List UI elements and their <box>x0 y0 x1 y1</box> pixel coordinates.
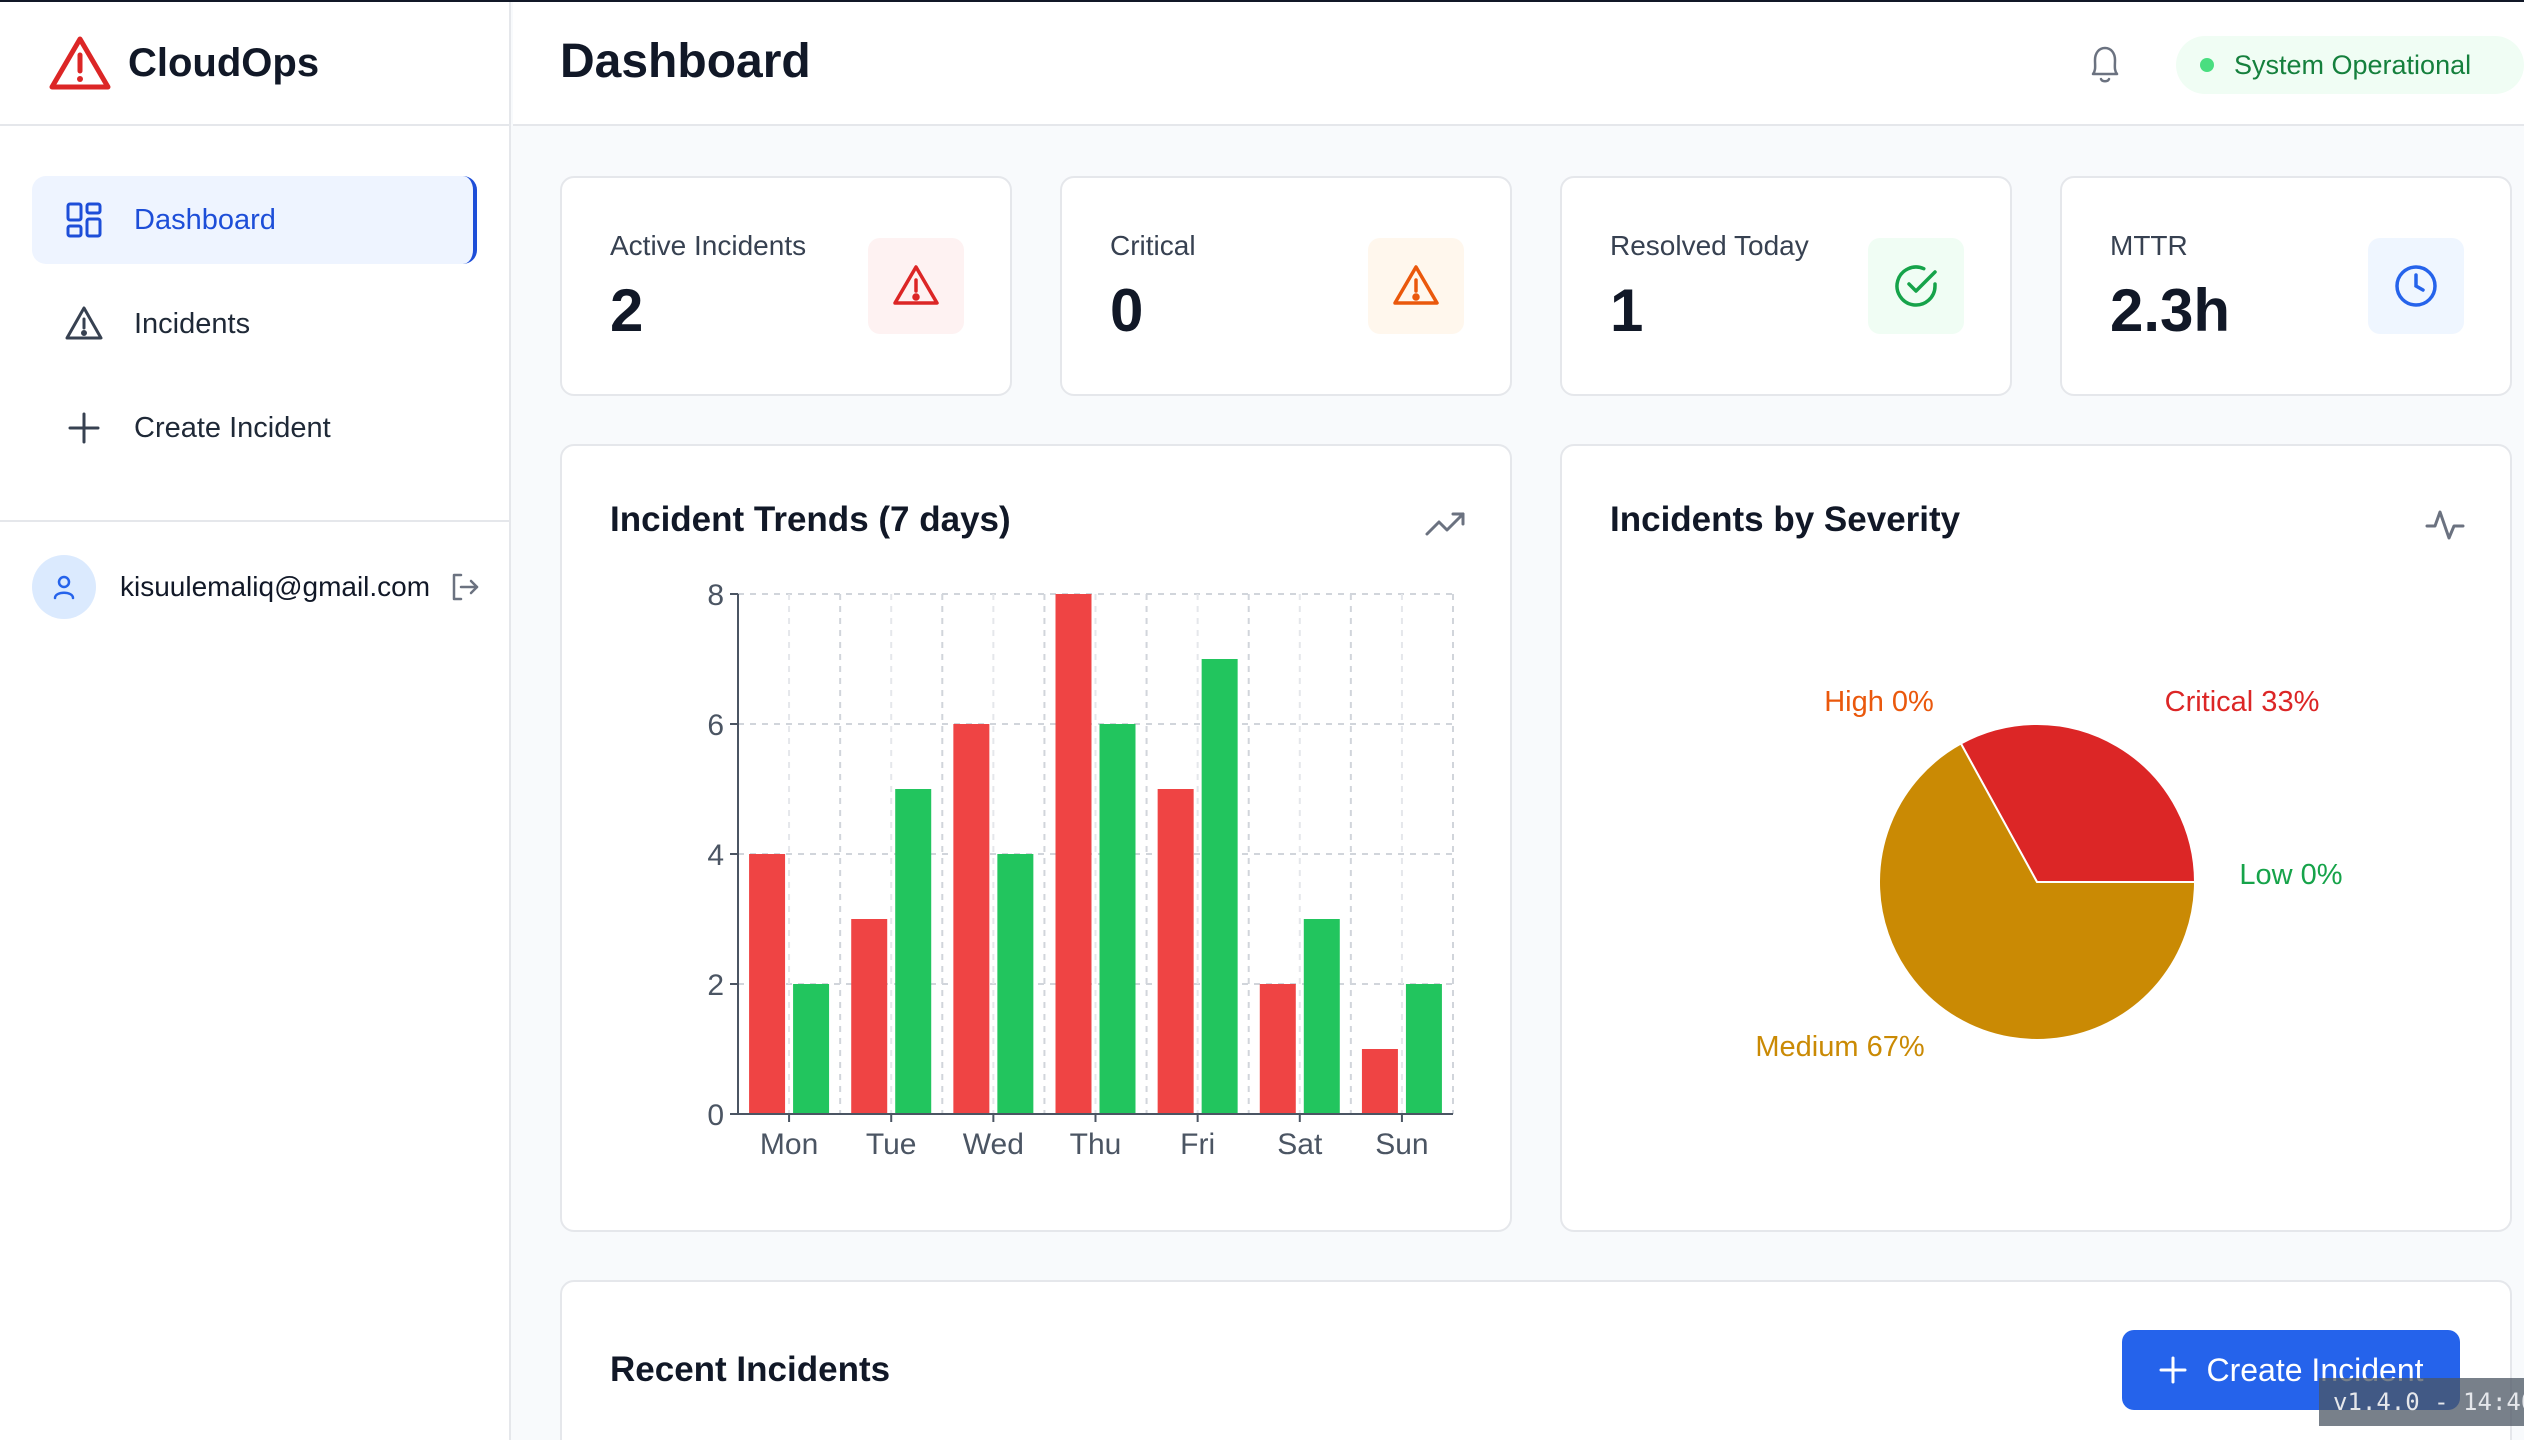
page-title: Dashboard <box>560 35 811 88</box>
pie-chart: Critical 33% High 0% Medium 67% Low 0% <box>1755 686 2342 1063</box>
stat-label: MTTR <box>2110 230 2188 261</box>
bar <box>1405 984 1442 1114</box>
recent-incidents-panel: Recent Incidents Create Incident <box>560 1280 2512 1440</box>
alert-triangle-icon <box>1393 265 1439 305</box>
stat-value: 1 <box>1610 277 1644 344</box>
alert-triangle-icon <box>893 265 939 305</box>
y-tick-label: 0 <box>707 1099 724 1132</box>
bar <box>1361 1049 1398 1114</box>
bar <box>793 984 830 1114</box>
grid-icon <box>66 202 102 238</box>
x-tick-label: Mon <box>760 1128 818 1161</box>
sidebar-item-label: Dashboard <box>134 203 276 236</box>
sidebar-item-label: Incidents <box>134 307 251 340</box>
alert-triangle-icon <box>49 36 111 90</box>
x-tick-label: Wed <box>963 1128 1024 1161</box>
pie-label: Critical 33% <box>2165 686 2320 718</box>
bar <box>953 724 990 1114</box>
sidebar-nav: Dashboard Incidents Create Incident <box>0 126 509 522</box>
brand: CloudOps <box>0 2 509 126</box>
stat-card-critical: Critical 0 <box>1060 176 1512 396</box>
pie-label: Medium 67% <box>1755 1031 1924 1063</box>
brand-name: CloudOps <box>128 40 320 85</box>
status-badge: System Operational <box>2176 36 2524 94</box>
x-tick-label: Tue <box>866 1128 917 1161</box>
sidebar-item-create-incident[interactable]: Create Incident <box>32 384 477 472</box>
status-dot <box>2200 58 2214 72</box>
stat-card-resolved-today: Resolved Today 1 <box>1560 176 2012 396</box>
y-tick-label: 4 <box>707 839 724 872</box>
status-text: System Operational <box>2234 49 2472 80</box>
y-tick-label: 8 <box>707 579 724 612</box>
sidebar-item-incidents[interactable]: Incidents <box>32 280 477 368</box>
sidebar-item-dashboard[interactable]: Dashboard <box>32 176 477 264</box>
stat-icon-box <box>1368 238 1464 334</box>
y-tick-label: 6 <box>707 709 724 742</box>
bar <box>1157 789 1194 1114</box>
bar <box>851 919 888 1114</box>
bar <box>749 854 786 1114</box>
user-icon <box>53 575 75 600</box>
pie-label: Low 0% <box>2239 859 2342 891</box>
stat-card-mttr: MTTR 2.3h <box>2060 176 2512 396</box>
user-panel: kisuulemaliq@gmail.com <box>0 522 509 652</box>
clock-icon <box>2395 265 2437 307</box>
bar <box>895 789 932 1114</box>
alert-triangle-icon <box>65 306 103 340</box>
bar <box>1259 984 1296 1114</box>
stat-value: 0 <box>1110 277 1144 344</box>
stat-value: 2.3h <box>2110 277 2231 344</box>
user-email: kisuulemaliq@gmail.com <box>120 571 431 602</box>
sidebar-item-label: Create Incident <box>134 411 331 444</box>
stat-icon-box <box>868 238 964 334</box>
panel-title: Recent Incidents <box>610 1350 891 1389</box>
top-header: Dashboard System Operational <box>513 2 2524 126</box>
bar-chart: 0 2 4 6 8 Mon Tue Wed Thu Fri Sat Sun <box>707 579 1454 1161</box>
y-tick-label: 2 <box>707 969 724 1002</box>
stat-icon-box <box>1868 238 1964 334</box>
x-tick-label: Thu <box>1070 1128 1122 1161</box>
plus-icon <box>68 412 100 444</box>
logout-icon[interactable] <box>448 570 482 604</box>
x-tick-label: Sat <box>1277 1128 1323 1161</box>
incident-trends-panel: Incident Trends (7 days) 0 2 4 6 8 Mon Tue Wed T… <box>560 444 1512 1232</box>
bar <box>1201 659 1238 1114</box>
severity-panel: Incidents by Severity Critical 33% High 0… <box>1560 444 2512 1232</box>
stat-label: Critical <box>1110 230 1196 261</box>
pie-label: High 0% <box>1824 686 1934 718</box>
plus-icon <box>2159 1356 2187 1384</box>
bar <box>997 854 1034 1114</box>
stat-value: 2 <box>610 277 644 344</box>
version-label: v1.4.0 - 14:40:52 <box>2319 1378 2524 1426</box>
sidebar: CloudOps Dashboard Incidents Create Inci… <box>0 2 511 1440</box>
stat-icon-box <box>2368 238 2464 334</box>
stat-label: Resolved Today <box>1610 230 1809 261</box>
bar <box>1303 919 1340 1114</box>
stat-label: Active Incidents <box>610 230 807 261</box>
bar <box>1055 594 1092 1114</box>
avatar[interactable] <box>32 555 96 619</box>
bar <box>1099 724 1136 1114</box>
stat-card-active-incidents: Active Incidents 2 <box>560 176 1012 396</box>
check-circle-icon <box>1895 265 1937 307</box>
x-tick-label: Sun <box>1375 1128 1428 1161</box>
bell-icon[interactable] <box>2085 42 2125 86</box>
x-tick-label: Fri <box>1180 1128 1215 1161</box>
